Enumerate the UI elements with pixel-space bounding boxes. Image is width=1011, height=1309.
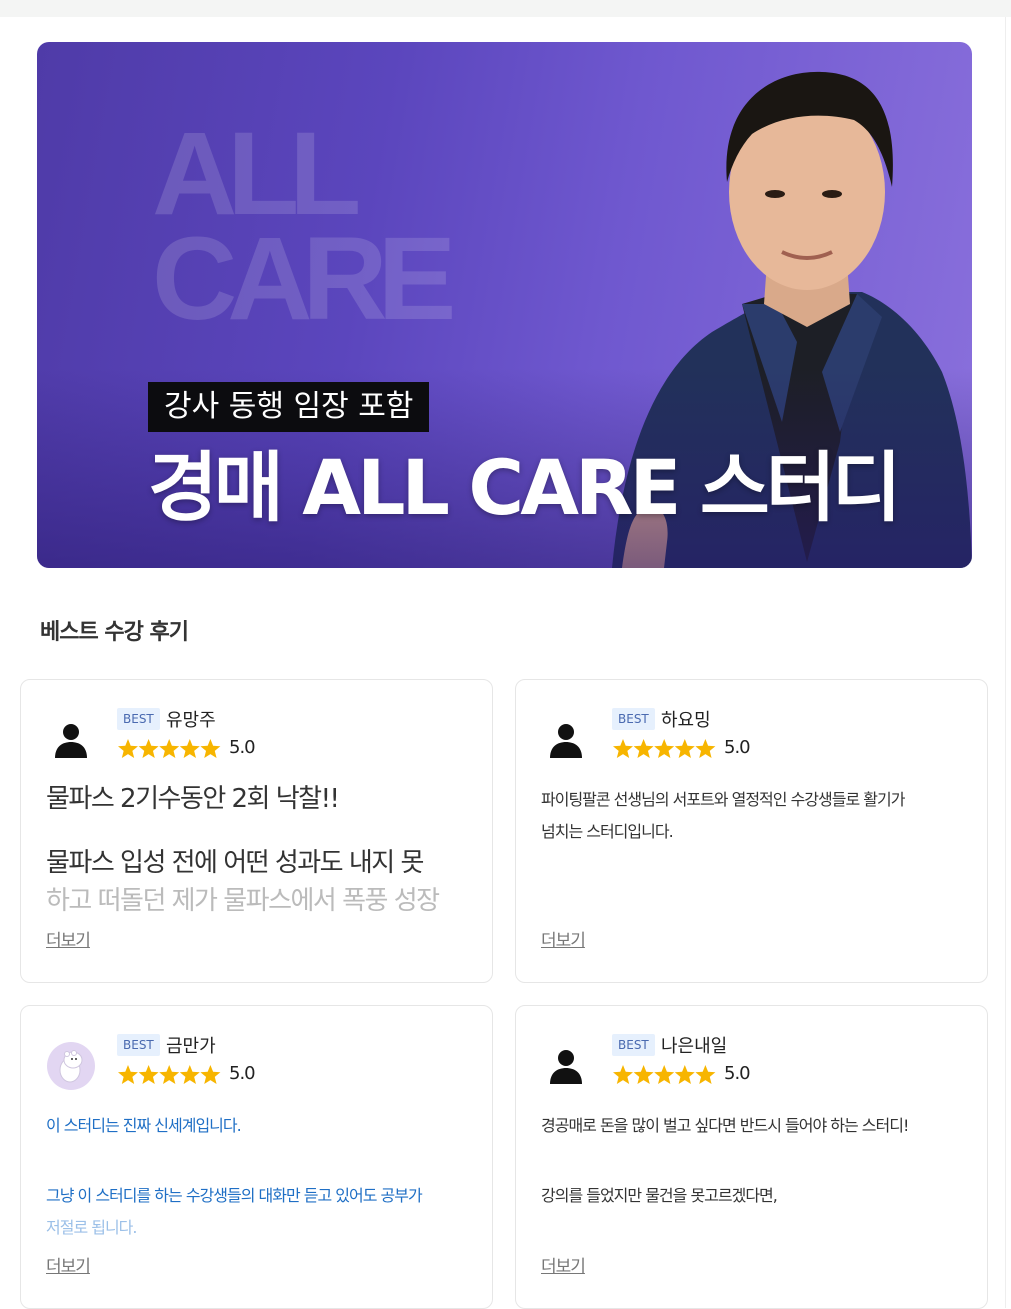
reviewer-name: 나은내일 [661,1036,728,1057]
review-text: 이 스터디는 진짜 신세계입니다. 그냥 이 스터디를 하는 수강생들의 대화만… [46,1110,476,1244]
review-line: 이 스터디는 진짜 신세계입니다. [46,1116,242,1135]
rating-stars [118,739,221,758]
rating-score: 5.0 [229,1063,256,1084]
star-icon [159,739,180,758]
reviewer-name: 하요밍 [661,710,711,731]
review-line: 물파스 입성 전에 어떤 성과도 내지 못 [46,848,424,878]
reviewer-name: 금만가 [166,1036,216,1057]
star-icon [654,1065,675,1084]
more-link[interactable]: 더보기 [541,926,586,951]
star-icon [118,1065,138,1084]
star-icon [633,739,654,758]
section-title: 베스트 수강 후기 [40,620,189,645]
rating-score: 5.0 [724,737,751,758]
best-badge: BEST [117,708,160,730]
star-icon [200,1065,221,1084]
reviewer-name: 유망주 [166,710,216,731]
more-link[interactable]: 더보기 [46,926,91,951]
scroll-edge [1005,17,1011,1308]
star-icon [200,739,221,758]
star-icon [138,739,159,758]
review-text: 경공매로 돈을 많이 벌고 싶다면 반드시 들어야 하는 스터디! 강의를 들었… [541,1110,971,1212]
star-icon [613,739,633,758]
review-card[interactable]: BEST 금만가 5.0 이 스터디는 진짜 신세계입니다. 그냥 이 스터디를… [20,1005,493,1309]
review-line: 저절로 됩니다. [46,1218,138,1237]
review-line: 강의를 들었지만 물건을 못고르겠다면, [541,1186,778,1205]
star-icon [695,739,716,758]
star-icon [159,1065,180,1084]
rating-stars [118,1065,221,1084]
moomin-avatar-icon [47,1042,95,1090]
rating-stars [613,1065,716,1084]
star-icon [179,739,200,758]
hero-title: 경매 ALL CARE 스터디 [148,443,902,532]
star-icon [674,739,695,758]
review-text: 파이팅팔콘 선생님의 서포트와 열정적인 수강생들로 활기가 넘치는 스터디입니… [541,784,971,848]
star-icon [118,739,138,758]
review-card[interactable]: BEST 하요밍 5.0 파이팅팔콘 선생님의 서포트와 열정적인 수강생들로 … [515,679,988,983]
more-link[interactable]: 더보기 [46,1252,91,1277]
watermark-line-2: CARE [152,213,456,345]
review-line: 물파스 2기수동안 2회 낙찰!! [46,784,340,814]
star-icon [179,1065,200,1084]
star-icon [633,1065,654,1084]
best-badge: BEST [612,708,655,730]
hero-banner[interactable]: ALL CARE 강사 동행 임장 포함 경매 ALL CARE 스터디 [37,42,972,568]
rating-stars [613,739,716,758]
review-line: 넘치는 스터디입니다. [541,822,674,841]
more-link[interactable]: 더보기 [541,1252,586,1277]
review-card[interactable]: BEST 유망주 5.0 물파스 2기수동안 2회 낙찰!! 물파스 입성 전에… [20,679,493,983]
rating-score: 5.0 [229,737,256,758]
rating-score: 5.0 [724,1063,751,1084]
best-badge: BEST [612,1034,655,1056]
star-icon [138,1065,159,1084]
best-badge: BEST [117,1034,160,1056]
review-text: 물파스 2기수동안 2회 낙찰!! 물파스 입성 전에 어떤 성과도 내지 못 … [46,780,476,920]
review-line: 하고 떠돌던 제가 물파스에서 폭풍 성장 [46,886,440,916]
hero-tag: 강사 동행 임장 포함 [148,382,430,432]
person-silhouette-icon [550,724,582,758]
review-card[interactable]: BEST 나은내일 5.0 경공매로 돈을 많이 벌고 싶다면 반드시 들어야 … [515,1005,988,1309]
star-icon [613,1065,633,1084]
person-silhouette-icon [550,1050,582,1084]
star-icon [654,739,675,758]
watermark-line-1: ALL [152,108,361,240]
top-bar [0,0,1011,17]
star-icon [674,1065,695,1084]
review-line: 파이팅팔콘 선생님의 서포트와 열정적인 수강생들로 활기가 [541,790,905,809]
review-line: 그냥 이 스터디를 하는 수강생들의 대화만 듣고 있어도 공부가 [46,1186,423,1205]
person-silhouette-icon [55,724,87,758]
hero-watermark: ALL CARE [152,108,456,345]
star-icon [695,1065,716,1084]
review-line: 경공매로 돈을 많이 벌고 싶다면 반드시 들어야 하는 스터디! [541,1116,909,1135]
